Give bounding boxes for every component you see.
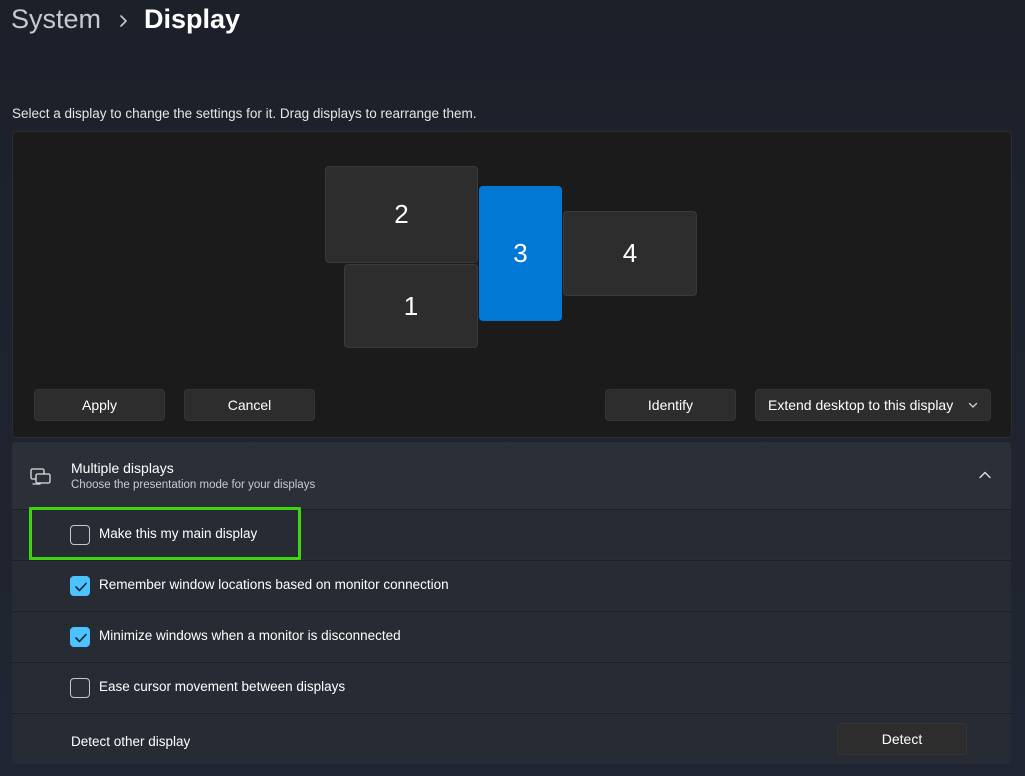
multiple-displays-header[interactable]: Multiple displays Choose the presentatio… bbox=[12, 442, 1011, 509]
option-row-minimize-windows: Minimize windows when a monitor is disco… bbox=[12, 611, 1011, 661]
display-arrangement-panel: 2 1 3 4 Apply Cancel Identify Extend des… bbox=[12, 131, 1012, 438]
chevron-down-icon bbox=[968, 402, 978, 408]
monitor-2-number: 2 bbox=[394, 199, 409, 229]
monitor-3[interactable]: 3 bbox=[479, 186, 562, 321]
option-row-main-display: Make this my main display bbox=[12, 509, 1011, 559]
ease-cursor-label[interactable]: Ease cursor movement between displays bbox=[99, 679, 345, 694]
monitor-1-number: 1 bbox=[403, 290, 419, 321]
checkmark-icon bbox=[75, 582, 87, 592]
chevron-up-icon[interactable] bbox=[978, 470, 992, 480]
section-subtitle: Choose the presentation mode for your di… bbox=[71, 479, 316, 491]
main-display-checkbox[interactable] bbox=[70, 525, 90, 545]
multiple-displays-section: Multiple displays Choose the presentatio… bbox=[12, 442, 1011, 764]
minimize-windows-label[interactable]: Minimize windows when a monitor is disco… bbox=[99, 628, 401, 643]
ease-cursor-checkbox[interactable] bbox=[70, 678, 90, 698]
checkmark-icon bbox=[75, 633, 87, 643]
apply-button[interactable]: Apply bbox=[34, 389, 165, 421]
detect-other-display-label: Detect other display bbox=[71, 734, 191, 749]
detect-button[interactable]: Detect bbox=[837, 723, 967, 755]
remember-locations-label[interactable]: Remember window locations based on monit… bbox=[99, 577, 449, 592]
monitor-4-number: 4 bbox=[622, 238, 638, 268]
section-title: Multiple displays bbox=[71, 460, 174, 476]
breadcrumb-parent[interactable]: System bbox=[11, 4, 101, 35]
option-row-ease-cursor: Ease cursor movement between displays bbox=[12, 662, 1011, 712]
monitor-1[interactable]: 1 bbox=[344, 264, 478, 348]
monitor-2[interactable]: 2 bbox=[325, 166, 478, 263]
display-mode-value: Extend desktop to this display bbox=[768, 397, 954, 413]
identify-button[interactable]: Identify bbox=[605, 389, 736, 421]
option-row-remember-locations: Remember window locations based on monit… bbox=[12, 560, 1011, 610]
monitor-4[interactable]: 4 bbox=[563, 211, 697, 296]
page-title: Display bbox=[144, 4, 241, 34]
multiple-displays-icon bbox=[30, 468, 51, 485]
display-mode-dropdown[interactable]: Extend desktop to this display bbox=[755, 389, 991, 421]
main-display-label[interactable]: Make this my main display bbox=[99, 526, 257, 541]
remember-locations-checkbox[interactable] bbox=[70, 576, 90, 596]
minimize-windows-checkbox[interactable] bbox=[70, 627, 90, 647]
arrangement-instruction: Select a display to change the settings … bbox=[12, 106, 477, 121]
cancel-button[interactable]: Cancel bbox=[184, 389, 315, 421]
monitor-3-number: 3 bbox=[513, 238, 528, 268]
detect-display-row: Detect other display Detect bbox=[12, 713, 1011, 764]
chevron-right-icon bbox=[120, 15, 127, 27]
